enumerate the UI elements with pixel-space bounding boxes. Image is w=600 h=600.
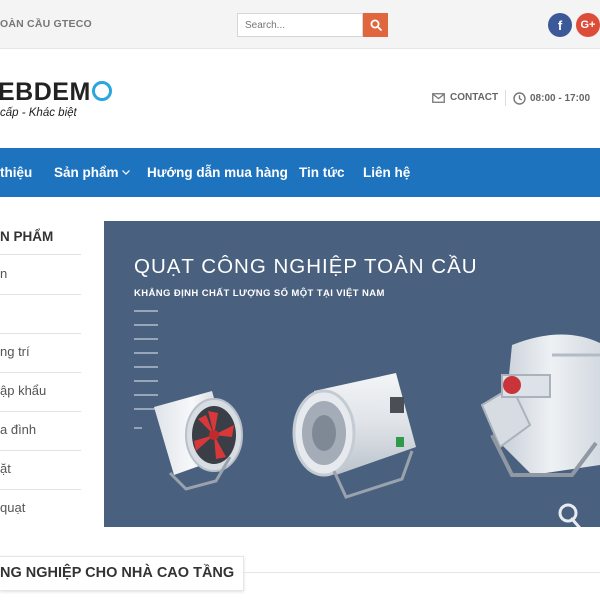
nav-item-products[interactable]: Sản phẩm: [54, 165, 130, 180]
sidebar-item[interactable]: a đình: [0, 412, 81, 451]
sidebar-title-divider: [0, 254, 81, 255]
top-bar: OÀN CẦU GTECO f G+: [0, 0, 600, 49]
facebook-button[interactable]: f: [548, 13, 572, 37]
hours-label: 08:00 - 17:00: [530, 93, 591, 104]
sidebar-item[interactable]: n: [0, 256, 81, 295]
clock-icon: [513, 92, 526, 105]
banner-subtitle: KHẲNG ĐỊNH CHẤT LƯỢNG SỐ MỘT TẠI VIỆT NA…: [134, 288, 385, 299]
sidebar-title: N PHẨM: [0, 229, 54, 244]
watermark-key-icon: [558, 503, 582, 527]
google-plus-icon: G+: [580, 19, 596, 31]
sidebar-item[interactable]: ặt: [0, 451, 81, 490]
banner-title: QUẠT CÔNG NGHIỆP TOÀN CẦU: [134, 255, 478, 278]
site-tagline: cấp - Khác biệt: [0, 107, 77, 119]
search-input[interactable]: [237, 13, 363, 37]
sidebar-item[interactable]: [0, 295, 81, 334]
nav-item-buying-guide[interactable]: Hướng dẫn mua hàng: [147, 165, 288, 180]
tube-axial-fan-image: [292, 373, 416, 499]
category-heading[interactable]: NG NGHIỆP CHO NHÀ CAO TẦNG: [0, 556, 244, 591]
envelope-icon: [432, 92, 445, 103]
sidebar-item[interactable]: ng trí: [0, 334, 81, 373]
hero-banner[interactable]: QUẠT CÔNG NGHIỆP TOÀN CẦU KHẲNG ĐỊNH CHẤ…: [104, 221, 600, 527]
chevron-down-icon: [121, 170, 130, 175]
contact-label: CONTACT: [450, 92, 499, 103]
header-divider: [505, 90, 506, 106]
main-nav: thiệu Sản phẩm Hướng dẫn mua hàng Tin tứ…: [0, 148, 600, 197]
nav-item-news[interactable]: Tin tức: [299, 165, 345, 180]
topbar-brand: OÀN CẦU GTECO: [0, 18, 92, 30]
search-button[interactable]: [363, 13, 388, 37]
facebook-icon: f: [557, 17, 563, 33]
google-plus-button[interactable]: G+: [576, 13, 600, 37]
sidebar-item[interactable]: ập khẩu: [0, 373, 81, 412]
sidebar-item[interactable]: quạt: [0, 490, 81, 529]
centrifugal-fan-image: [480, 334, 600, 477]
nav-item-contact[interactable]: Liên hệ: [363, 165, 410, 180]
category-divider: [244, 572, 600, 573]
contact-link[interactable]: CONTACT: [432, 92, 498, 103]
axial-fan-image: [154, 391, 243, 491]
search-icon: [370, 19, 382, 31]
site-logo[interactable]: EBDEM: [0, 78, 112, 107]
opening-hours: 08:00 - 17:00: [513, 92, 590, 105]
nav-item-about[interactable]: thiệu: [0, 165, 32, 180]
logo-o-mark: [91, 81, 112, 101]
